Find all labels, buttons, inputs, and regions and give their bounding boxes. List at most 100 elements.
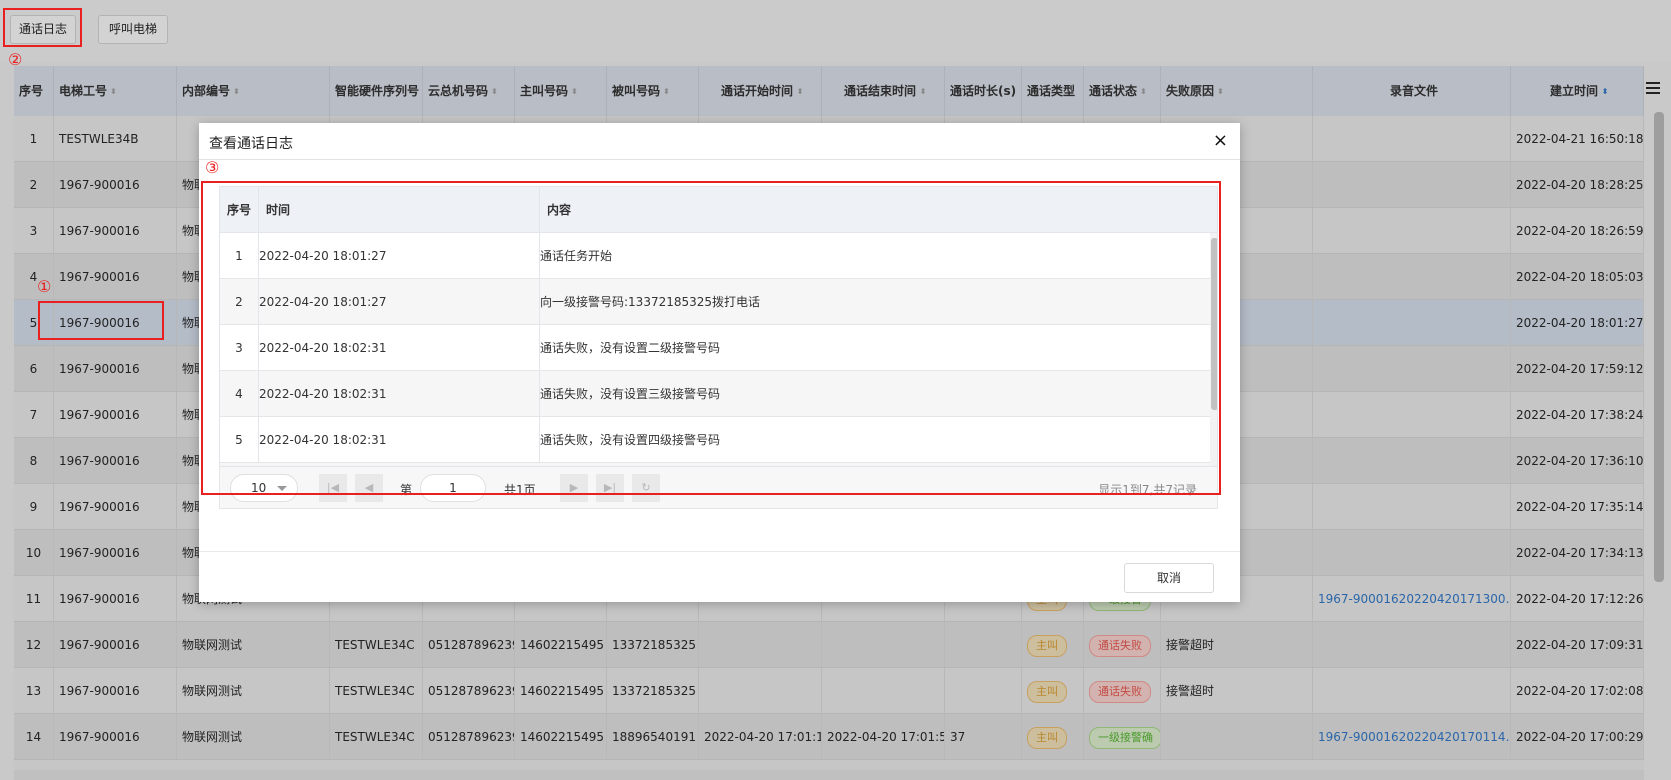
sort-icon[interactable]: ⬍ [663, 87, 671, 96]
table-cell-no: 14 [14, 714, 54, 760]
table-cell-type: 主叫 [1022, 668, 1084, 714]
column-header[interactable]: 被叫号码 ⬍ [607, 66, 699, 116]
table-cell-end: 2022-04-20 17:01:51 [822, 714, 945, 760]
table-cell-elevator: 1967-900016 [54, 622, 177, 668]
table-cell-no: 10 [14, 530, 54, 576]
sort-icon[interactable]: ⬍ [796, 87, 804, 96]
table-cell-created: 2022-04-20 18:28:25 [1511, 162, 1644, 208]
table-cell-no: 13 [14, 668, 54, 714]
table-cell-elevator: 1967-900016 [54, 346, 177, 392]
table-cell-no: 9 [14, 484, 54, 530]
column-header[interactable]: 智能硬件序列号 [330, 66, 423, 116]
table-cell-no: 11 [14, 576, 54, 622]
table-cell-created: 2022-04-20 17:59:12 [1511, 346, 1644, 392]
table-cell-elevator: TESTWLE34B [54, 116, 177, 162]
table-cell-elevator: 1967-900016 [54, 162, 177, 208]
recording-file-link [1313, 530, 1511, 576]
sort-icon[interactable]: ⬍ [919, 87, 927, 96]
table-cell-no: 3 [14, 208, 54, 254]
column-header[interactable]: 通话开始时间 ⬍ [699, 66, 822, 116]
table-cell-reason: 接警超时 [1161, 622, 1313, 668]
column-header[interactable]: 通话状态 ⬍ [1084, 66, 1161, 116]
column-header[interactable]: 云总机号码 ⬍ [423, 66, 515, 116]
table-cell-created: 2022-04-20 18:05:03 [1511, 254, 1644, 300]
table-cell-created: 2022-04-20 17:12:26 [1511, 576, 1644, 622]
sort-icon[interactable]: ⬍ [110, 87, 118, 96]
table-row[interactable]: 12 1967-900016 物联网测试 TESTWLE34C 051287896239… [14, 622, 1644, 668]
column-header[interactable]: 主叫号码 ⬍ [515, 66, 607, 116]
recording-file-link [1313, 622, 1511, 668]
table-cell-status: 通话失败 [1084, 622, 1161, 668]
table-cell-created: 2022-04-20 17:38:24 [1511, 392, 1644, 438]
table-cell-inner: 物联网测试 [177, 668, 330, 714]
column-header[interactable]: 内部编号 ⬍ [177, 66, 330, 116]
table-cell-status: 一级接警确 [1084, 714, 1161, 760]
table-cell-cloud: 051287896239 [423, 714, 515, 760]
recording-file-link [1313, 392, 1511, 438]
horizontal-scrollbar[interactable] [14, 770, 1644, 780]
table-cell-callee: 13372185325 [607, 622, 699, 668]
column-header[interactable]: 电梯工号 ⬍ [54, 66, 177, 116]
sort-icon[interactable]: ⬍ [1140, 87, 1148, 96]
table-cell-reason: 接警超时 [1161, 668, 1313, 714]
recording-file-link[interactable]: 1967-900016202204201713​00.mp [1313, 576, 1511, 622]
table-cell-reason [1161, 714, 1313, 760]
recording-file-link[interactable]: 1967-900016202204201701​14.mp [1313, 714, 1511, 760]
sort-icon[interactable]: ⬍ [1217, 87, 1225, 96]
table-cell-created: 2022-04-20 17:02:08 [1511, 668, 1644, 714]
status-badge: 通话失败 [1089, 634, 1151, 657]
table-cell-caller: 14602215495 [515, 668, 607, 714]
table-row[interactable]: 14 1967-900016 物联网测试 TESTWLE34C 051287896239… [14, 714, 1644, 760]
column-header[interactable]: 通话时长(s) [945, 66, 1022, 116]
table-cell-created: 2022-04-20 18:26:59 [1511, 208, 1644, 254]
column-header[interactable]: 通话结束时间 ⬍ [822, 66, 945, 116]
status-badge: 通话失败 [1089, 680, 1151, 703]
table-cell-type: 主叫 [1022, 714, 1084, 760]
annotation-box-log-table [201, 181, 1221, 495]
table-cell-cloud: 051287896239 [423, 622, 515, 668]
cancel-button[interactable]: 取消 [1124, 563, 1214, 593]
table-cell-serial: TESTWLE34C [330, 668, 423, 714]
call-elevator-button[interactable]: 呼叫电梯 [98, 15, 168, 44]
table-cell-created: 2022-04-20 17:09:31 [1511, 622, 1644, 668]
table-cell-no: 8 [14, 438, 54, 484]
recording-file-link [1313, 300, 1511, 346]
annotation-box-call-log [3, 8, 82, 47]
column-header[interactable]: 建立时间 ⬍ [1511, 66, 1644, 116]
table-row[interactable]: 13 1967-900016 物联网测试 TESTWLE34C 051287896239… [14, 668, 1644, 714]
recording-file-link [1313, 438, 1511, 484]
table-cell-end [822, 622, 945, 668]
recording-file-link [1313, 116, 1511, 162]
column-header[interactable]: 失败原因 ⬍ [1161, 66, 1313, 116]
table-cell-created: 2022-04-21 16:50:18 [1511, 116, 1644, 162]
vertical-scrollbar[interactable] [1654, 112, 1664, 582]
table-cell-elevator: 1967-900016 [54, 484, 177, 530]
table-cell-no: 1 [14, 116, 54, 162]
annotation-marker: ② [8, 50, 23, 69]
sort-icon[interactable]: ⬍ [233, 87, 241, 96]
table-cell-created: 2022-04-20 17:35:14 [1511, 484, 1644, 530]
table-cell-cloud: 051287896239 [423, 668, 515, 714]
sort-icon[interactable]: ⬍ [491, 87, 499, 96]
column-header[interactable]: 录音文件 [1313, 66, 1511, 116]
table-cell-elevator: 1967-900016 [54, 714, 177, 760]
annotation-box-row [38, 301, 164, 340]
table-cell-duration [945, 668, 1022, 714]
table-cell-elevator: 1967-900016 [54, 576, 177, 622]
table-cell-elevator: 1967-900016 [54, 392, 177, 438]
table-cell-created: 2022-04-20 17:34:13 [1511, 530, 1644, 576]
sort-icon[interactable]: ⬍ [1601, 87, 1609, 96]
table-cell-no: 6 [14, 346, 54, 392]
table-cell-inner: 物联网测试 [177, 714, 330, 760]
table-cell-duration [945, 622, 1022, 668]
table-cell-caller: 14602215495 [515, 622, 607, 668]
table-cell-type: 主叫 [1022, 622, 1084, 668]
column-header[interactable]: 通话类型 [1022, 66, 1084, 116]
table-cell-start [699, 622, 822, 668]
sort-icon[interactable]: ⬍ [571, 87, 579, 96]
column-header[interactable]: 序号 [14, 66, 54, 116]
recording-file-link [1313, 668, 1511, 714]
table-cell-elevator: 1967-900016 [54, 438, 177, 484]
close-icon[interactable]: × [1213, 130, 1228, 151]
column-menu-icon[interactable] [1646, 82, 1660, 96]
